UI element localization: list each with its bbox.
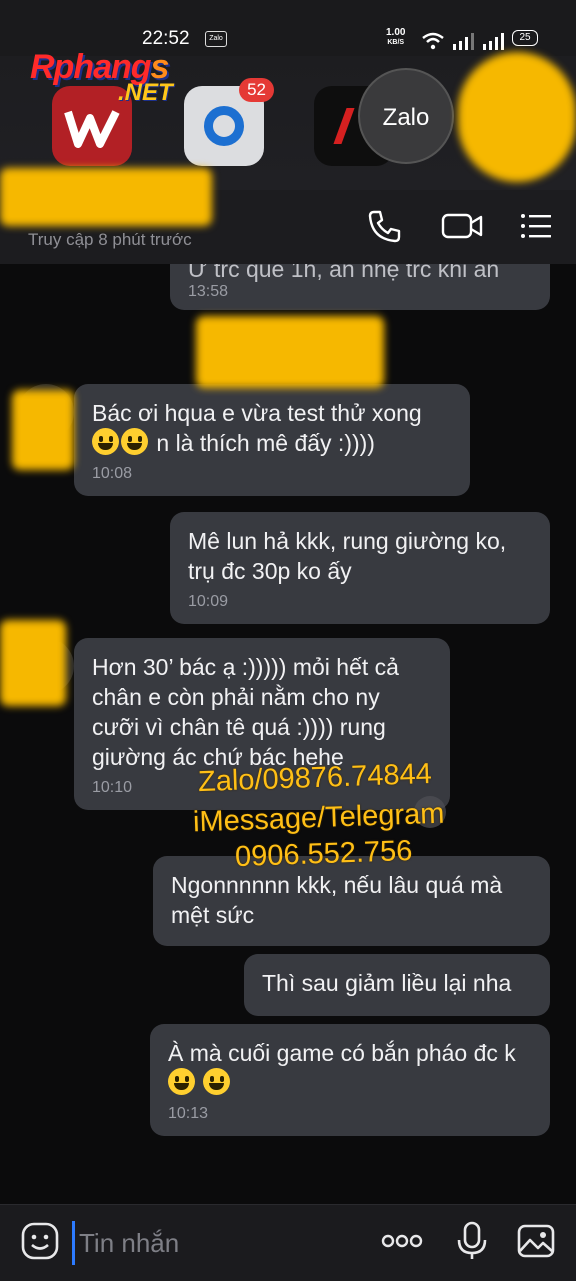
grinning-emoji-icon: [121, 428, 148, 455]
message-bubble-incoming[interactable]: Bác ơi hqua e vừa test thử xong n là thí…: [74, 384, 470, 496]
laughing-emoji-icon: [168, 1068, 195, 1095]
message-bubble-outgoing[interactable]: Mê lun hả kkk, rung giường ko, trụ đc 30…: [170, 512, 550, 624]
message-time: 10:09: [188, 593, 229, 610]
message-text: À mà cuối game có bắn pháo đc k: [168, 1038, 532, 1098]
signal-icon: [453, 33, 474, 50]
privacy-blur: [12, 390, 74, 470]
app-badge: 52: [239, 78, 274, 102]
message-text: Thì sau giảm liều lại nha: [262, 970, 512, 996]
message-text-line2: n là thích mê đấy :)))): [92, 428, 452, 458]
message-text: Ngonnnnnn kkk, nếu lâu quá mà mệt sức: [171, 872, 503, 928]
network-speed-unit: KB/S: [387, 39, 405, 46]
message-input-bar: [0, 1204, 576, 1281]
logo-net: .NET: [118, 79, 173, 106]
battery-indicator: 25: [512, 30, 538, 46]
wifi-icon: [422, 32, 444, 50]
watermark-logo: Rphangs .NET: [30, 48, 173, 107]
phone-icon[interactable]: [366, 208, 402, 244]
mic-icon[interactable]: [452, 1221, 492, 1261]
grinning-emoji-icon: [92, 428, 119, 455]
emoji-icon[interactable]: [20, 1221, 60, 1261]
message-bubble-outgoing[interactable]: Thì sau giảm liều lại nha: [244, 954, 550, 1016]
message-text-content: À mà cuối game có bắn pháo đc k: [168, 1040, 516, 1066]
menu-icon[interactable]: [518, 208, 554, 244]
message-text: Hơn 30’ bác ạ :))))) mỏi hết cả chân e c…: [92, 654, 399, 770]
privacy-blur: [0, 620, 66, 706]
message-text-line1: Bác ơi hqua e vừa test thử xong: [92, 400, 422, 426]
video-call-icon[interactable]: [440, 208, 484, 244]
message-input[interactable]: [72, 1221, 361, 1265]
message-bubble-outgoing[interactable]: À mà cuối game có bắn pháo đc k 10:13: [150, 1024, 550, 1136]
message-time: 13:58: [188, 283, 229, 300]
privacy-blur: [458, 52, 576, 182]
privacy-blur: [196, 316, 384, 388]
network-speed-value: 1.00: [386, 27, 406, 38]
app-icon[interactable]: 52: [184, 78, 274, 166]
message-text-line2-text: n là thích mê đấy :)))): [156, 430, 375, 456]
laughing-emoji-icon: [203, 1068, 231, 1095]
privacy-blur: [0, 168, 212, 226]
message-bubble-outgoing[interactable]: Ngonnnnnn kkk, nếu lâu quá mà mệt sức: [153, 856, 550, 946]
network-speed: 1.00 KB/S: [386, 28, 405, 48]
message-time: 10:13: [168, 1105, 209, 1122]
chat-messages[interactable]: Ừ trc quê 1h, ăn nhẹ trc khi ăn 13:58 Bá…: [0, 240, 576, 1204]
zalo-notification-icon: Zalo: [205, 31, 227, 47]
signal-icon-2: [483, 33, 504, 50]
contact-last-seen: Truy cập 8 phút trước: [28, 230, 192, 249]
zalo-icon[interactable]: Zalo: [358, 68, 454, 164]
message-time: 10:08: [92, 465, 133, 482]
status-icons: [422, 28, 506, 50]
more-icon[interactable]: [380, 1221, 424, 1261]
message-text: Mê lun hả kkk, rung giường ko, trụ đc 30…: [188, 528, 507, 584]
zalo-label: Zalo: [382, 104, 430, 131]
overlay-contact-line: 0906.552.756: [234, 834, 413, 874]
image-icon[interactable]: [516, 1221, 556, 1261]
status-time: 22:52: [142, 28, 190, 49]
